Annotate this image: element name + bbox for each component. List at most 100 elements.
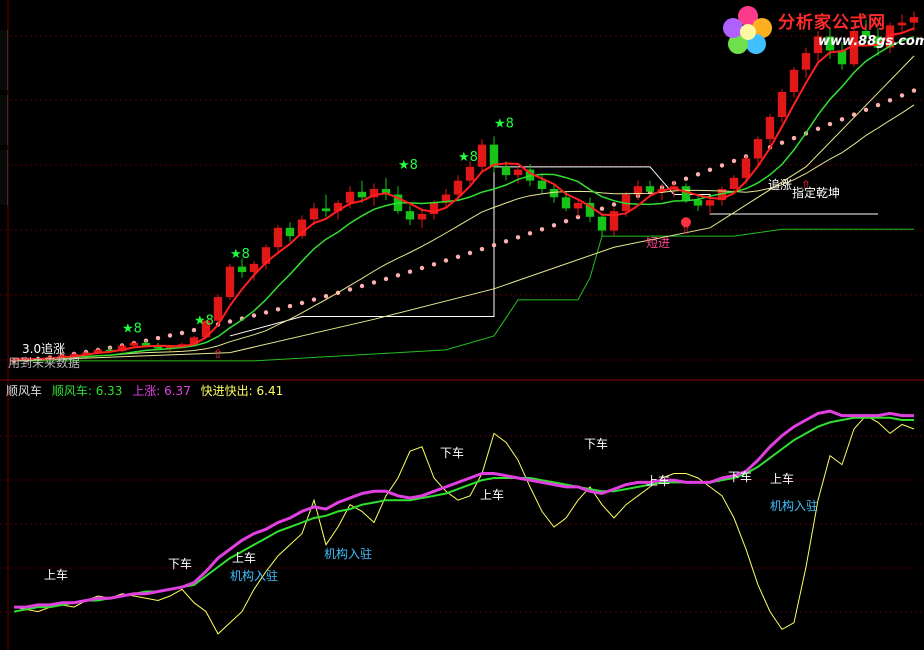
trend-dot	[899, 93, 905, 98]
trend-dot	[287, 303, 293, 309]
star-signal-icon: ★8	[398, 158, 418, 173]
candle	[597, 216, 607, 231]
trend-dot	[539, 227, 545, 232]
trend-dot	[599, 206, 605, 211]
trend-dot	[395, 273, 401, 278]
label-zhuizhang-30: 3.0追涨	[22, 342, 66, 356]
chart-canvas: ★8★8★8★8★8★8⇧⇧⇧	[0, 0, 924, 650]
candle	[213, 297, 223, 321]
ma-mid	[13, 36, 915, 361]
label-duanjin: 短进	[646, 236, 671, 250]
candle	[693, 200, 703, 206]
label-xiache-3: 下车	[584, 437, 609, 451]
trend-dot	[275, 307, 281, 312]
star-signal-icon: ★8	[194, 313, 214, 328]
label-shangche-3: 上车	[480, 488, 505, 502]
label-xiache-4: 下车	[728, 470, 753, 484]
label-xiache-2: 下车	[440, 446, 465, 460]
candle	[225, 266, 235, 298]
trend-dot	[227, 319, 233, 324]
trend-dot	[431, 262, 437, 267]
trend-dot	[407, 269, 413, 274]
star-signal-icon: ★8	[122, 322, 142, 337]
candle	[705, 200, 715, 206]
trend-dot	[359, 283, 365, 289]
candle	[789, 69, 799, 92]
candle	[537, 180, 547, 189]
logo-url: www.88gs.com	[818, 34, 924, 49]
candle	[129, 342, 139, 346]
candle	[309, 208, 319, 220]
trend-dot	[251, 313, 257, 318]
candle	[549, 189, 559, 198]
trend-dot	[527, 231, 533, 236]
trend-dot	[851, 112, 857, 117]
ma-long	[13, 104, 915, 360]
support-line	[14, 228, 914, 362]
ma-short	[13, 27, 915, 361]
site-logo: 分析家公式网 www.88gs.com	[720, 2, 924, 58]
trend-dot	[551, 223, 557, 228]
trend-dot	[911, 88, 917, 93]
candle	[645, 186, 655, 192]
candle	[477, 144, 487, 167]
trend-dot	[155, 335, 161, 341]
trend-dot	[383, 276, 389, 282]
trend-dot	[815, 126, 821, 131]
label-shangche-1: 上车	[44, 568, 69, 582]
trend-dot	[827, 121, 833, 127]
label-zhuizhang: 追涨	[768, 178, 793, 192]
candle	[573, 202, 583, 209]
candle	[561, 197, 571, 209]
star-signal-icon: ★8	[494, 117, 514, 132]
trend-dot	[887, 98, 893, 103]
trend-dot	[683, 176, 689, 181]
trend-dot	[515, 235, 521, 240]
trend-dot	[191, 327, 197, 333]
flower-logo-icon	[723, 6, 772, 54]
trend-dot	[419, 265, 425, 271]
trend-dot	[563, 219, 569, 224]
legend-kuaijin: 快进快出: 6.41	[200, 384, 284, 398]
trend-dot	[179, 330, 185, 336]
side-tab-2[interactable]	[0, 95, 8, 145]
candle	[501, 166, 511, 176]
trend-dot	[611, 202, 617, 207]
trend-dot	[479, 246, 485, 252]
candle	[285, 227, 295, 237]
candle	[777, 92, 787, 117]
legend-shangzhang: 上涨: 6.37	[132, 384, 191, 398]
side-tab-3[interactable]	[0, 150, 8, 205]
trend-dot	[731, 158, 737, 164]
indicator-legend: 顺风车 顺风车: 6.33 上涨: 6.37 快进快出: 6.41	[6, 382, 289, 399]
label-jigou-3: 机构入驻	[770, 499, 819, 513]
candle	[729, 177, 739, 189]
trend-dot	[707, 167, 713, 172]
trend-dot	[503, 239, 509, 244]
candle	[345, 191, 355, 203]
trend-dot	[443, 258, 449, 263]
side-tab-1[interactable]	[0, 30, 8, 90]
trend-dot	[299, 300, 305, 306]
trend-dot	[875, 102, 881, 108]
up-arrow-icon: ⇧	[213, 347, 223, 361]
star-signal-icon: ★8	[230, 247, 250, 262]
candle	[357, 191, 367, 198]
candle	[453, 180, 463, 195]
indicator-name: 顺风车	[6, 384, 43, 398]
legend-shunfengche: 顺风车: 6.33	[51, 384, 123, 398]
label-shangche-5: 上车	[770, 472, 795, 486]
candle	[417, 214, 427, 220]
candle	[741, 158, 751, 178]
trend-dot	[779, 140, 785, 145]
trend-dot	[263, 310, 269, 315]
trend-dot	[491, 243, 497, 248]
buy-point-icon	[681, 217, 691, 228]
label-jigou-1: 机构入驻	[230, 569, 279, 583]
candle	[753, 139, 763, 159]
candle	[237, 266, 247, 273]
candle	[465, 166, 475, 181]
label-shangche-2: 上车	[232, 551, 257, 565]
trend-dot	[347, 287, 353, 292]
trend-dot	[863, 107, 869, 113]
